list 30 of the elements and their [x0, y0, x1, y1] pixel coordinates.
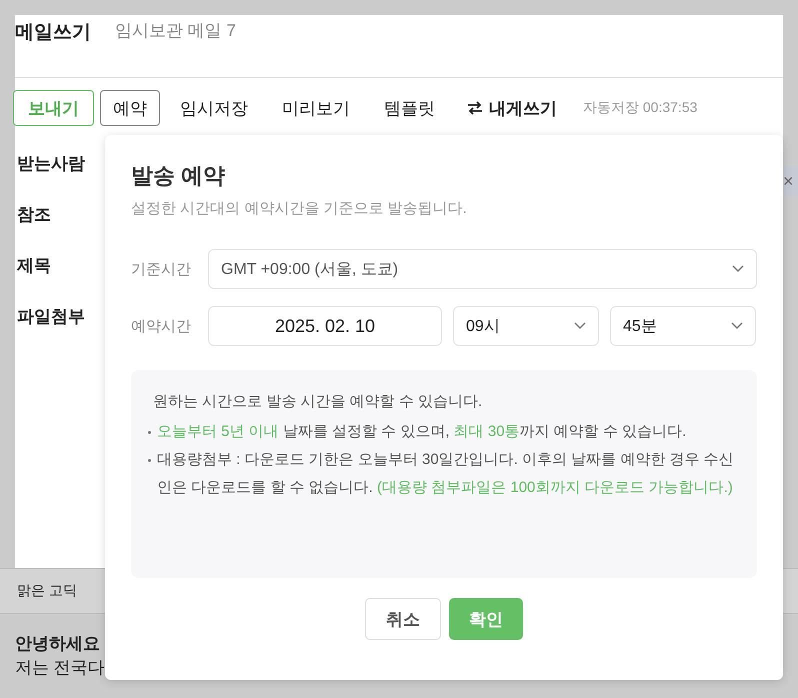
font-select[interactable]: 맑은 고딕: [17, 582, 77, 600]
cancel-button[interactable]: 취소: [365, 598, 441, 640]
chevron-down-icon: [574, 322, 586, 330]
field-label: 참조: [17, 204, 51, 226]
autosave-status: 자동저장 00:37:53: [583, 99, 698, 117]
field-label: 제목: [17, 255, 51, 277]
body-text: 안녕하세요: [15, 633, 101, 655]
body-text: 저는 전국다: [15, 657, 106, 679]
info-text: 오늘부터 5년 이내 날짜를 설정할 수 있으며, 최대 30통까지 예약할 수 있습니다.: [157, 422, 688, 442]
field-label: 기준시간: [131, 260, 192, 278]
field-label: 파일첨부: [17, 306, 85, 328]
chevron-down-icon: [732, 265, 744, 273]
bullet-icon: [148, 431, 151, 434]
timezone-select[interactable]: GMT +09:00 (서울, 도쿄): [208, 249, 757, 289]
date-field[interactable]: 2025. 02. 10: [208, 306, 442, 346]
info-text: 대용량첨부 : 다운로드 기한은 오늘부터 30일간입니다. 이후의 날짜를 예약한 경우 수신인은 다운로드를 할 수 없습니다. (대용량 첨부파일은 100회까지 다운로드 가능합니다.): [157, 450, 735, 498]
swap-icon: [467, 101, 483, 115]
dialog-description: 설정한 시간대의 예약시간을 기준으로 발송됩니다.: [131, 199, 468, 218]
dialog-title: 발송 예약: [131, 162, 226, 190]
draft-label: 임시보관 메일 7: [115, 20, 236, 42]
bullet-icon: [148, 459, 151, 462]
remove-button[interactable]: ×: [783, 166, 798, 196]
page-title: 메일쓰기: [15, 21, 91, 45]
toolbar-button[interactable]: 예약: [100, 90, 160, 126]
minute-select[interactable]: 45분: [610, 306, 756, 346]
info-text: 원하는 시간으로 발송 시간을 예약할 수 있습니다.: [153, 392, 484, 412]
hour-select[interactable]: 09시: [453, 306, 599, 346]
field-label: 받는사람: [17, 153, 85, 175]
chevron-down-icon: [731, 322, 743, 330]
field-label: 예약시간: [131, 316, 192, 336]
